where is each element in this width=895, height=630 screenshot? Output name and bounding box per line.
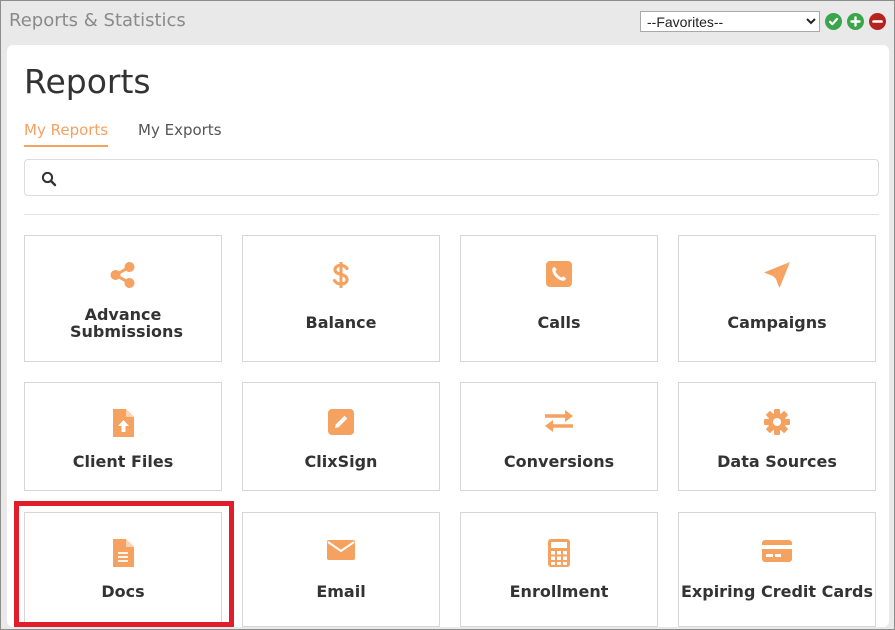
exchange-icon bbox=[461, 408, 657, 434]
report-card-expiring-credit-cards[interactable]: Expiring Credit Cards bbox=[678, 512, 876, 627]
report-card-client-files[interactable]: Client Files bbox=[24, 382, 222, 491]
report-card-clixsign[interactable]: ClixSign bbox=[242, 382, 440, 491]
search-icon bbox=[41, 171, 57, 187]
reports-window: Reports & Statistics --Favorites-- Repor… bbox=[0, 0, 895, 630]
page-title: Reports bbox=[24, 62, 151, 101]
card-label: Data Sources bbox=[717, 452, 837, 471]
calculator-icon bbox=[461, 538, 657, 568]
phone-icon bbox=[461, 260, 657, 288]
card-label: Enrollment bbox=[509, 582, 609, 601]
window-title: Reports & Statistics bbox=[9, 10, 186, 31]
favorites-select[interactable]: --Favorites-- bbox=[640, 11, 820, 32]
report-card-enrollment[interactable]: Enrollment bbox=[460, 512, 658, 627]
card-label: Email bbox=[316, 582, 366, 601]
tab-my-reports[interactable]: My Reports bbox=[24, 121, 109, 147]
card-label: ClixSign bbox=[304, 452, 378, 471]
card-label: Client Files bbox=[72, 452, 174, 471]
divider bbox=[24, 214, 879, 215]
minus-circle-icon[interactable] bbox=[869, 13, 886, 30]
card-label: Advance Submissions bbox=[70, 305, 183, 341]
file-upload-icon bbox=[25, 408, 221, 438]
report-card-balance[interactable]: Balance bbox=[242, 235, 440, 362]
tab-my-exports[interactable]: My Exports bbox=[138, 121, 222, 147]
card-label: Campaigns bbox=[727, 313, 827, 332]
report-card-advance-submissions[interactable]: Advance Submissions bbox=[24, 235, 222, 362]
paper-plane-icon bbox=[679, 260, 875, 290]
report-card-calls[interactable]: Calls bbox=[460, 235, 658, 362]
envelope-icon bbox=[243, 538, 439, 562]
card-label: Expiring Credit Cards bbox=[680, 582, 874, 601]
edit-icon bbox=[243, 408, 439, 436]
report-card-data-sources[interactable]: Data Sources bbox=[678, 382, 876, 491]
reports-panel: Reports My Reports My Exports Advance Su… bbox=[7, 45, 889, 627]
card-label: Conversions bbox=[503, 452, 615, 471]
title-bar: Reports & Statistics --Favorites-- bbox=[1, 1, 894, 43]
report-card-email[interactable]: Email bbox=[242, 512, 440, 627]
dollar-icon bbox=[243, 260, 439, 290]
plus-circle-icon[interactable] bbox=[847, 13, 864, 30]
check-circle-icon[interactable] bbox=[825, 13, 842, 30]
share-icon bbox=[25, 260, 221, 290]
search-box[interactable] bbox=[24, 159, 879, 196]
search-input[interactable] bbox=[67, 166, 867, 190]
card-label: Calls bbox=[537, 313, 581, 332]
card-label: Docs bbox=[101, 582, 145, 601]
credit-card-icon bbox=[679, 538, 875, 564]
report-card-campaigns[interactable]: Campaigns bbox=[678, 235, 876, 362]
report-card-conversions[interactable]: Conversions bbox=[460, 382, 658, 491]
gear-icon bbox=[679, 408, 875, 436]
report-card-docs[interactable]: Docs bbox=[24, 512, 222, 627]
card-label: Balance bbox=[305, 313, 377, 332]
document-icon bbox=[25, 538, 221, 568]
